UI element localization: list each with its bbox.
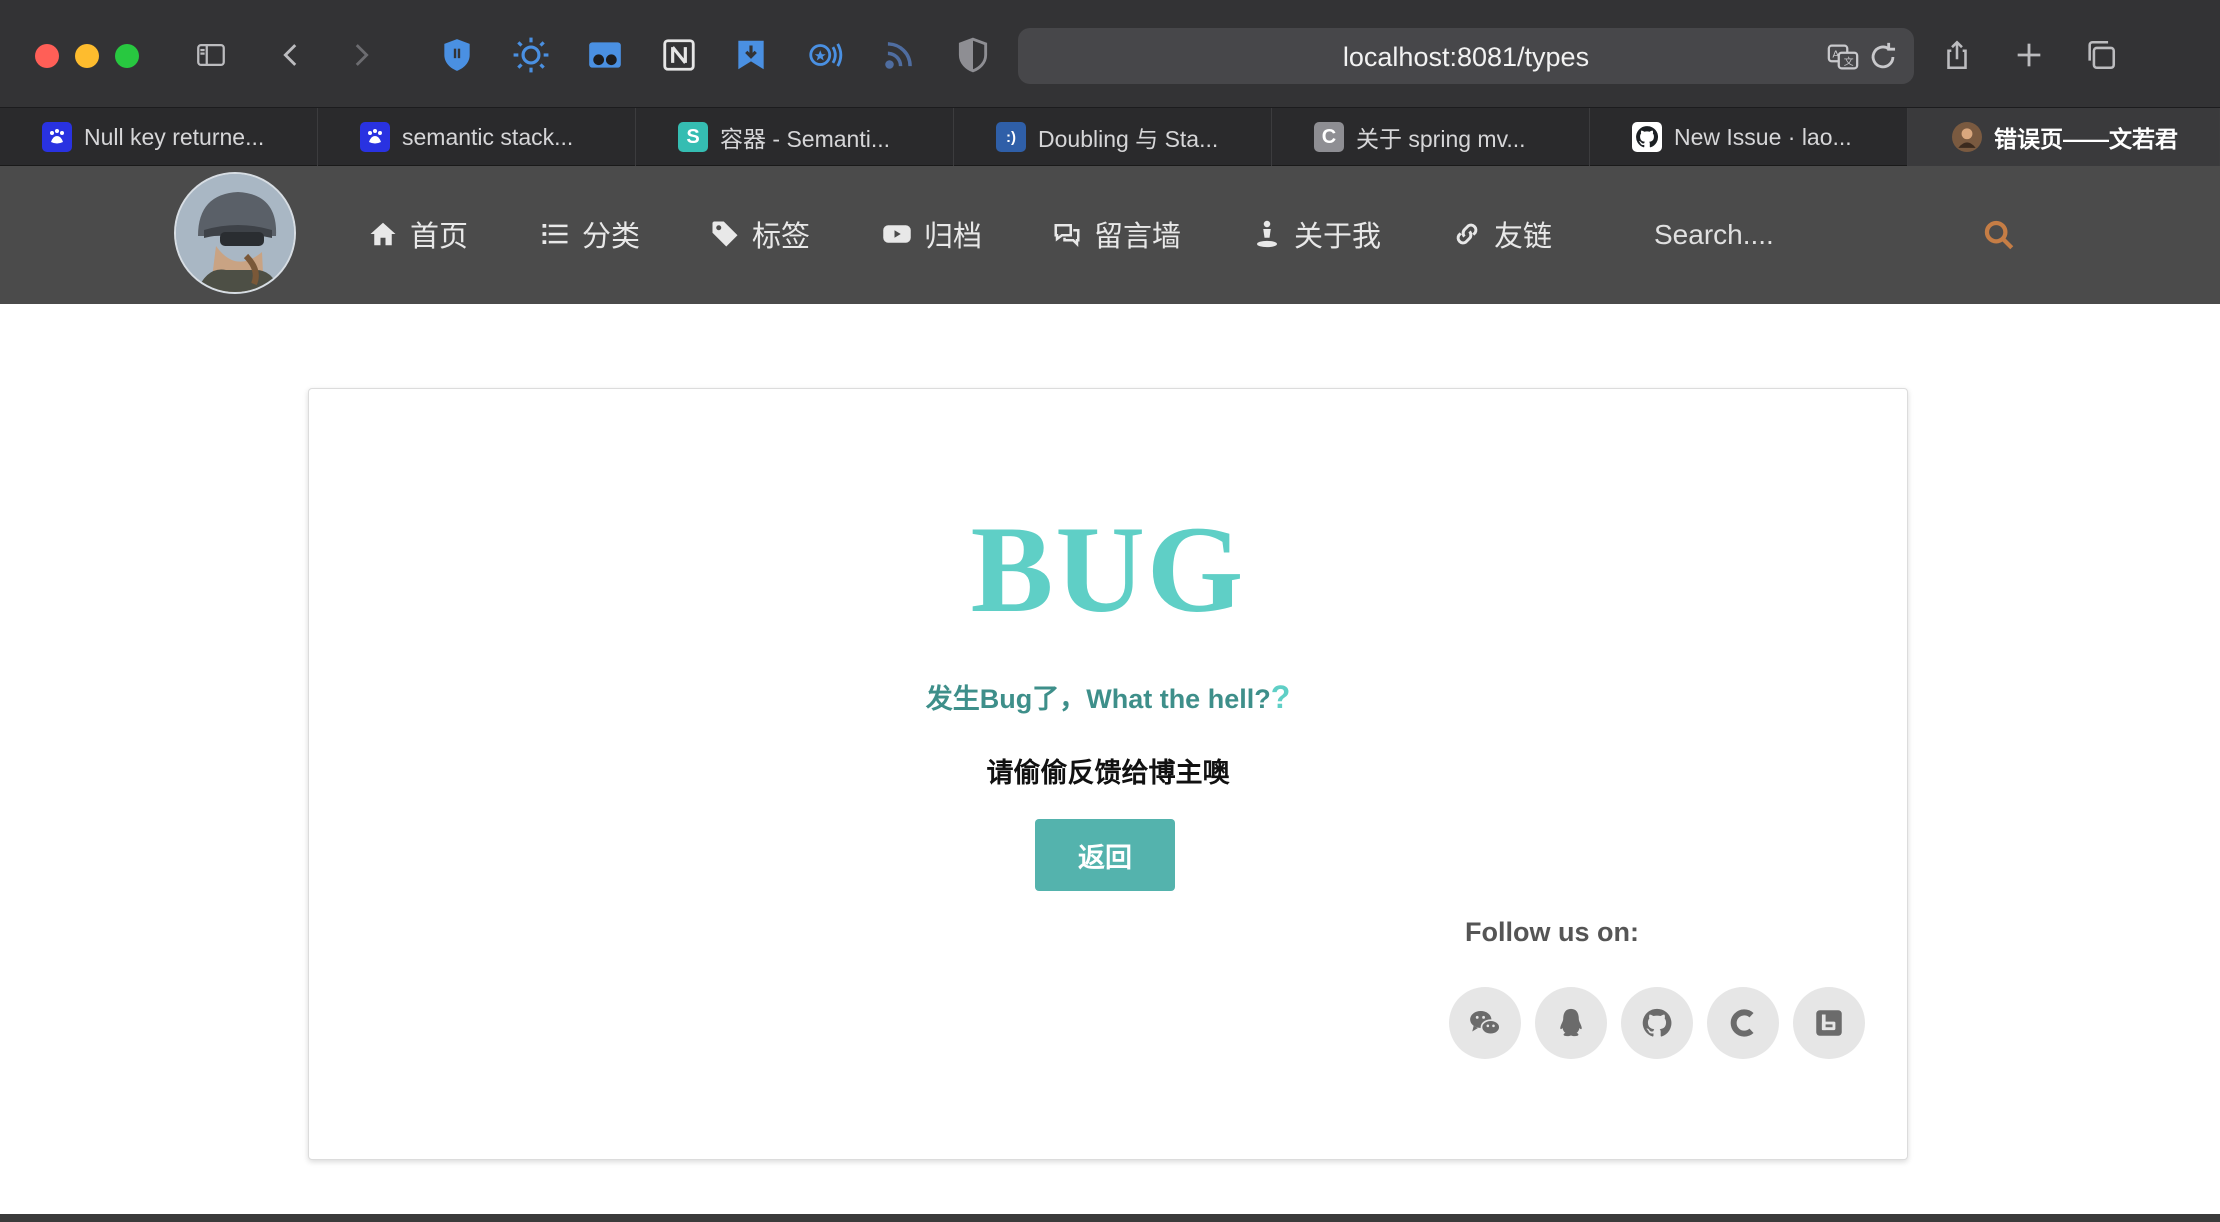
baidu-icon	[360, 122, 390, 152]
doubling-icon: :)	[996, 122, 1026, 152]
close-window-button[interactable]	[35, 44, 59, 68]
tab-label: Null key returne...	[84, 123, 265, 150]
home-icon	[370, 222, 396, 246]
csdn-icon	[1730, 1009, 1754, 1037]
reload-icon[interactable]	[1866, 40, 1900, 74]
browser-tab[interactable]: semantic stack...	[318, 108, 636, 166]
wechat-button[interactable]	[1449, 987, 1521, 1059]
new-tab-plus-icon[interactable]	[2004, 30, 2054, 80]
site-navbar: 首页 分类 标签 归档 留言墙 关于我 友链	[0, 166, 2220, 304]
nav-about[interactable]: 关于我	[1252, 212, 1381, 256]
back-arrow-icon[interactable]	[266, 30, 316, 80]
bilibili-icon	[1816, 1010, 1842, 1036]
github-icon	[1642, 1008, 1672, 1037]
tab-overview-icon[interactable]	[2076, 30, 2126, 80]
comments-icon	[1054, 224, 1080, 248]
browser-tab[interactable]: New Issue · lao...	[1590, 108, 1908, 166]
svg-text:文: 文	[1844, 55, 1854, 68]
nav-label: 标签	[752, 221, 811, 253]
tab-label: 关于 spring mv...	[1356, 126, 1526, 152]
github-icon	[1632, 122, 1662, 152]
bitwarden-shield-icon[interactable]	[432, 30, 482, 80]
glasses-extension-icon[interactable]	[580, 30, 630, 80]
browser-toolbar: localhost:8081/types A文	[0, 0, 2220, 108]
svg-text:A: A	[1832, 50, 1839, 61]
nav-types[interactable]: 分类	[540, 212, 640, 256]
zoom-window-button[interactable]	[115, 44, 139, 68]
minimize-window-button[interactable]	[75, 44, 99, 68]
semantic-s-icon: S	[678, 122, 708, 152]
link-icon	[1456, 223, 1478, 245]
url-text: localhost:8081/types	[1342, 42, 1590, 72]
browser-tab-active[interactable]: 错误页——文若君	[1908, 108, 2220, 166]
nav-label: 友链	[1494, 221, 1553, 253]
browser-tab[interactable]: S 容器 - Semanti...	[636, 108, 954, 166]
rss-icon[interactable]	[874, 30, 924, 80]
privacy-shield-icon[interactable]	[948, 30, 998, 80]
follow-us-label: Follow us on:	[1465, 917, 1639, 947]
nav-label: 分类	[582, 221, 641, 253]
nav-label: 首页	[410, 221, 469, 253]
error-card: BUG 发生Bug了，What the hell?? 请偷偷反馈给博主噢 返回 …	[308, 388, 1908, 1160]
nav-links[interactable]: 友链	[1452, 212, 1552, 256]
wechat-icon	[1470, 1010, 1501, 1036]
user-icon	[1257, 220, 1277, 248]
nav-home[interactable]: 首页	[368, 212, 468, 256]
list-icon	[542, 224, 568, 244]
nav-messages[interactable]: 留言墙	[1052, 212, 1181, 256]
nav-label: 留言墙	[1094, 221, 1182, 253]
qq-icon	[1560, 1008, 1582, 1037]
search-icon[interactable]	[1982, 218, 2016, 252]
browser-tab[interactable]: :) Doubling 与 Sta...	[954, 108, 1272, 166]
tag-icon	[712, 221, 738, 247]
address-bar[interactable]: localhost:8081/types A文	[1018, 28, 1914, 84]
c-icon: C	[1314, 122, 1344, 152]
tab-label: 错误页——文若君	[1994, 126, 2178, 152]
qq-button[interactable]	[1535, 987, 1607, 1059]
avatar-icon	[1952, 122, 1982, 152]
share-icon[interactable]	[1932, 30, 1982, 80]
error-title: BUG	[970, 501, 1246, 638]
error-subtitle: 发生Bug了，What the hell??	[309, 677, 1907, 716]
back-button[interactable]: 返回	[1035, 819, 1175, 891]
question-mark-icon: ?	[1270, 679, 1291, 715]
site-avatar[interactable]	[174, 172, 296, 294]
tab-label: New Issue · lao...	[1674, 123, 1852, 150]
save-bookmark-icon[interactable]	[726, 30, 776, 80]
forward-arrow-icon[interactable]	[336, 30, 386, 80]
dark-mode-sun-icon[interactable]	[506, 30, 556, 80]
tab-bar: Null key returne... semantic stack... S …	[0, 108, 2220, 166]
browser-tab[interactable]: C 关于 spring mv...	[1272, 108, 1590, 166]
error-subtitle-text: 发生Bug了，What the hell?	[925, 684, 1271, 714]
tab-label: semantic stack...	[402, 123, 574, 150]
error-description: 请偷偷反馈给博主噢	[986, 758, 1230, 788]
nav-archives[interactable]: 归档	[882, 212, 982, 256]
baidu-icon	[42, 122, 72, 152]
browser-tab[interactable]: Null key returne...	[0, 108, 318, 166]
nav-label: 关于我	[1294, 221, 1382, 253]
github-button[interactable]	[1621, 987, 1693, 1059]
nav-label: 归档	[924, 221, 983, 253]
nav-tags[interactable]: 标签	[710, 212, 810, 256]
tab-label: 容器 - Semanti...	[720, 126, 890, 152]
search-input[interactable]	[1630, 210, 2030, 260]
tab-label: Doubling 与 Sta...	[1038, 126, 1219, 152]
notion-icon[interactable]	[654, 30, 704, 80]
youtube-icon	[883, 225, 911, 243]
bilibili-button[interactable]	[1793, 987, 1865, 1059]
csdn-button[interactable]	[1707, 987, 1779, 1059]
bottom-border	[0, 1214, 2220, 1222]
sidebar-toggle-icon[interactable]	[186, 30, 236, 80]
translate-icon[interactable]: A文	[1826, 40, 1860, 74]
audio-star-icon[interactable]	[800, 30, 850, 80]
